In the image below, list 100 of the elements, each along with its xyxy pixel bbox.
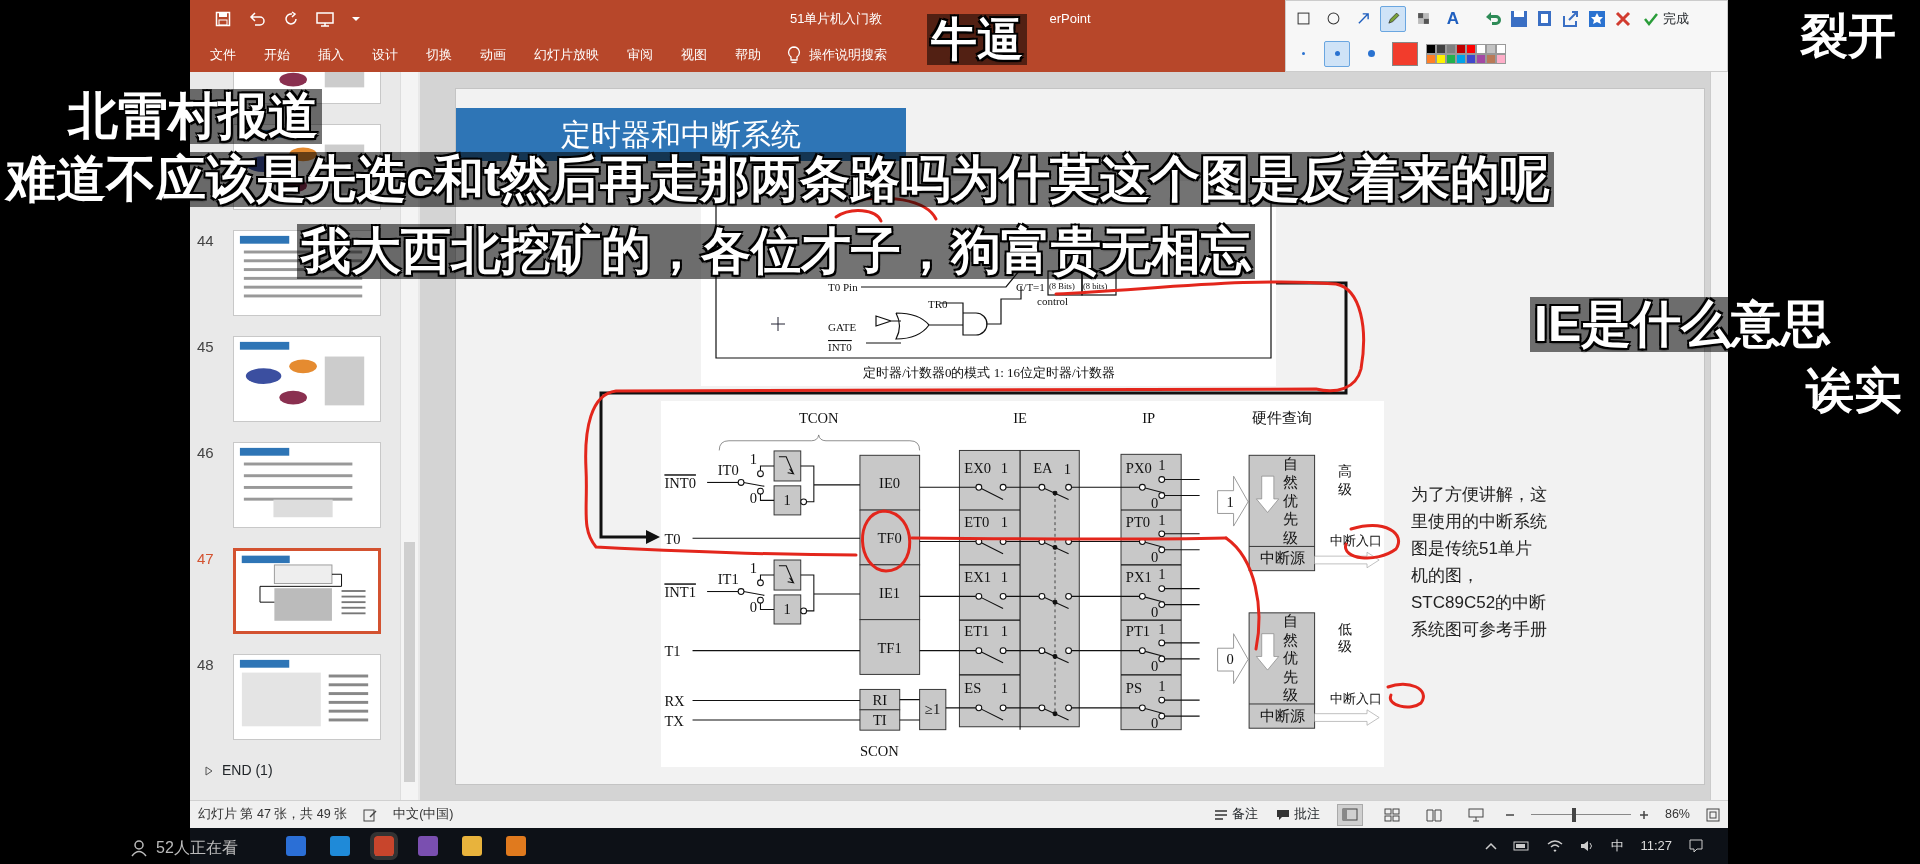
undo-icon[interactable] [248,11,266,27]
inverter-block [773,485,802,516]
color-swatch[interactable] [1426,53,1436,64]
slide-thumbnail[interactable] [233,654,381,740]
rect-icon[interactable] [1294,10,1312,27]
ribbon-tab[interactable]: 切换 [412,45,466,65]
down-arrow [1256,475,1280,513]
battery-icon[interactable] [1513,840,1532,852]
ribbon-tab[interactable]: 审阅 [613,45,667,65]
slide-thumbnail[interactable] [233,548,381,634]
diagram-label: 1 [1226,493,1234,510]
edge-detector-block [773,450,802,482]
color-swatch[interactable] [1436,43,1446,54]
color-swatch[interactable] [1476,43,1486,54]
input-method-indicator[interactable]: 中 [1611,836,1625,856]
diagram-label: 中断源 [1259,550,1305,567]
pen-tool[interactable] [1380,5,1406,32]
slide-thumbnail[interactable] [233,442,381,528]
ribbon-tab[interactable]: 视图 [667,45,721,65]
viewer-count: 52人正在看 [156,838,238,858]
color-swatch[interactable] [1456,53,1466,64]
color-swatch[interactable] [1476,53,1486,64]
done-button[interactable]: 完成 [1642,7,1690,30]
diagram-label: 0 [749,489,758,506]
slide-number: 48 [197,655,215,675]
zoom-percentage[interactable]: 86% [1664,805,1690,824]
caret-icon[interactable] [351,15,361,23]
diagram-label: EX1 [964,568,991,585]
normal-view-icon[interactable] [1336,803,1363,826]
crosshair-cursor-icon [770,316,786,332]
diagram-label: (8 bits) [1083,281,1108,291]
color-swatch[interactable] [1426,43,1436,54]
text-tool[interactable]: A [1440,5,1466,32]
ellipse-icon[interactable] [1324,10,1342,27]
register-block [859,454,921,511]
diagram-label: ES [964,680,982,697]
down-arrow [1256,633,1280,671]
diagram-label: PX0 [1125,459,1152,476]
color-swatch[interactable] [1436,53,1446,64]
color-swatch[interactable] [1466,53,1476,64]
brush-size-option[interactable] [1324,40,1350,67]
lightbulb-icon[interactable] [787,46,801,64]
ribbon-tab[interactable]: 文件 [196,45,250,65]
diagram-label: 1 [1000,568,1008,585]
expand-icon[interactable] [204,765,214,776]
color-swatch[interactable] [1466,43,1476,54]
ribbon-tab[interactable]: 帮助 [721,45,775,65]
color-swatch[interactable] [1496,53,1506,64]
comment-icon[interactable] [1275,808,1290,821]
ribbon-tab[interactable]: 插入 [304,45,358,65]
diagram-label: 定时器/计数器0的模式 1: 16位定时器/计数器 [863,365,1115,380]
color-swatch[interactable] [1496,43,1506,54]
diagram-label: 硬件查询 [1252,409,1313,426]
notification-icon[interactable] [1688,838,1704,854]
zoom-in-icon[interactable] [1638,809,1649,820]
slide-counter: 幻灯片 第 47 张，共 49 张 [198,806,348,824]
slideshow-icon[interactable] [316,11,334,27]
slide-note: 为了方便讲解，这里使用的中断系统图是传统51单片机的图，STC89C52的中断系统图可参考手册 [1411,484,1547,641]
slide-thumbnail[interactable] [233,336,381,422]
color-swatch[interactable] [1486,53,1496,64]
pen-stroke [1386,682,1425,709]
edge-detector-block [773,559,802,591]
window-title: erPoint [1049,10,1091,29]
diagram-label: 自然优先级 [1282,455,1298,546]
color-swatch[interactable] [1446,53,1456,64]
notes-check-icon[interactable] [363,807,378,822]
diagram-label: GATE [828,321,857,333]
inverter-block [773,594,802,625]
window-title: 51单片机入门教 [790,10,883,29]
diagram-label: IT0 [717,461,739,478]
color-swatch[interactable] [1486,43,1496,54]
chevron-up-icon[interactable] [1485,841,1498,851]
language-indicator[interactable]: 中文(中国) [393,805,454,824]
redo-icon[interactable] [283,11,299,27]
slider-thumb[interactable] [1571,807,1576,822]
diagram-label: C/T=1 [1016,281,1045,293]
diagram-label: 1 [1063,460,1072,477]
diagram-label: IE1 [879,584,901,601]
ribbon-tab[interactable]: 设计 [358,45,412,65]
tell-me-search[interactable]: 操作说明搜索 [809,45,887,65]
ribbon-tab[interactable]: 幻灯片放映 [520,45,613,65]
clock[interactable]: 11:27 [1640,836,1672,856]
diagram-label: 0 [1151,548,1159,565]
color-swatch[interactable] [1456,43,1466,54]
save-icon[interactable] [215,11,231,27]
ribbon-tab[interactable]: 开始 [250,45,304,65]
ribbon-tab[interactable]: 动画 [466,45,520,65]
color-swatch[interactable] [1446,43,1456,54]
diagram-label: 1 [1000,623,1008,640]
notes-button[interactable]: 备注 [1212,804,1259,825]
diagram-label: RI [872,691,888,708]
comments-button[interactable]: 批注 [1274,804,1321,825]
current-color-swatch[interactable] [1392,41,1418,66]
diagram-label: ET0 [964,514,990,531]
section-label[interactable]: END (1) [222,760,273,781]
viewers-icon [130,839,148,857]
diagram-label: 高级 [1338,464,1353,497]
fit-to-window-icon[interactable] [1706,807,1720,822]
notes-icon[interactable] [1213,808,1228,821]
wifi-icon[interactable] [1547,839,1564,853]
